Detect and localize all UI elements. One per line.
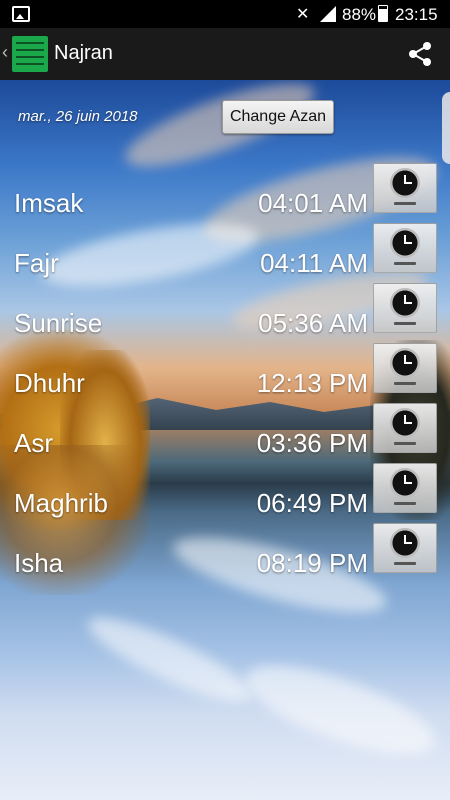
battery-percent: 88%	[342, 5, 377, 24]
page-title: Najran	[54, 42, 113, 64]
side-drawer-handle[interactable]	[442, 92, 450, 164]
clock-icon	[390, 168, 420, 198]
alarm-button[interactable]	[373, 223, 437, 273]
prayer-time: 04:01 AM	[258, 188, 368, 218]
app-bar: ‹ Najran	[0, 28, 450, 80]
prayer-name: Dhuhr	[14, 368, 85, 398]
prayer-time: 05:36 AM	[258, 308, 368, 338]
clock-icon	[390, 288, 420, 318]
back-arrow-icon[interactable]: ‹	[2, 42, 8, 63]
gallery-icon	[12, 6, 30, 22]
prayer-name: Maghrib	[14, 488, 108, 518]
app-logo[interactable]	[12, 36, 48, 72]
alarm-button[interactable]	[373, 283, 437, 333]
battery-icon	[378, 5, 388, 22]
prayer-name: Sunrise	[14, 308, 103, 338]
alarm-button[interactable]	[373, 463, 437, 513]
prayer-time: 06:49 PM	[256, 488, 368, 518]
prayer-name: Asr	[14, 428, 53, 458]
signal-icon	[320, 6, 336, 22]
prayer-time: 04:11 AM	[260, 248, 368, 278]
cloud-reflection	[79, 603, 261, 717]
prayer-time: 12:13 PM	[256, 368, 368, 398]
prayer-name: Fajr	[14, 248, 59, 278]
cloud-reflection	[235, 647, 445, 773]
clock-icon	[390, 348, 420, 378]
status-bar: ✕ 88% 23:15	[0, 0, 450, 28]
alarm-button[interactable]	[373, 163, 437, 213]
change-azan-button[interactable]: Change Azan	[222, 100, 334, 134]
clock-icon	[390, 228, 420, 258]
date-label: mar., 26 juin 2018	[18, 108, 138, 125]
share-icon[interactable]	[406, 40, 434, 68]
alarm-button[interactable]	[373, 403, 437, 453]
mute-icon: ✕	[296, 6, 310, 23]
prayer-time: 08:19 PM	[256, 548, 368, 578]
prayer-name: Isha	[14, 548, 64, 578]
prayer-name: Imsak	[14, 188, 84, 218]
alarm-button[interactable]	[373, 523, 437, 573]
clock-icon	[390, 468, 420, 498]
alarm-button[interactable]	[373, 343, 437, 393]
clock-icon	[390, 408, 420, 438]
prayer-row-isha: Isha 08:19 PM	[0, 523, 450, 595]
prayer-time: 03:36 PM	[256, 428, 368, 458]
clock-icon	[390, 528, 420, 558]
clock-time: 23:15	[395, 5, 438, 24]
